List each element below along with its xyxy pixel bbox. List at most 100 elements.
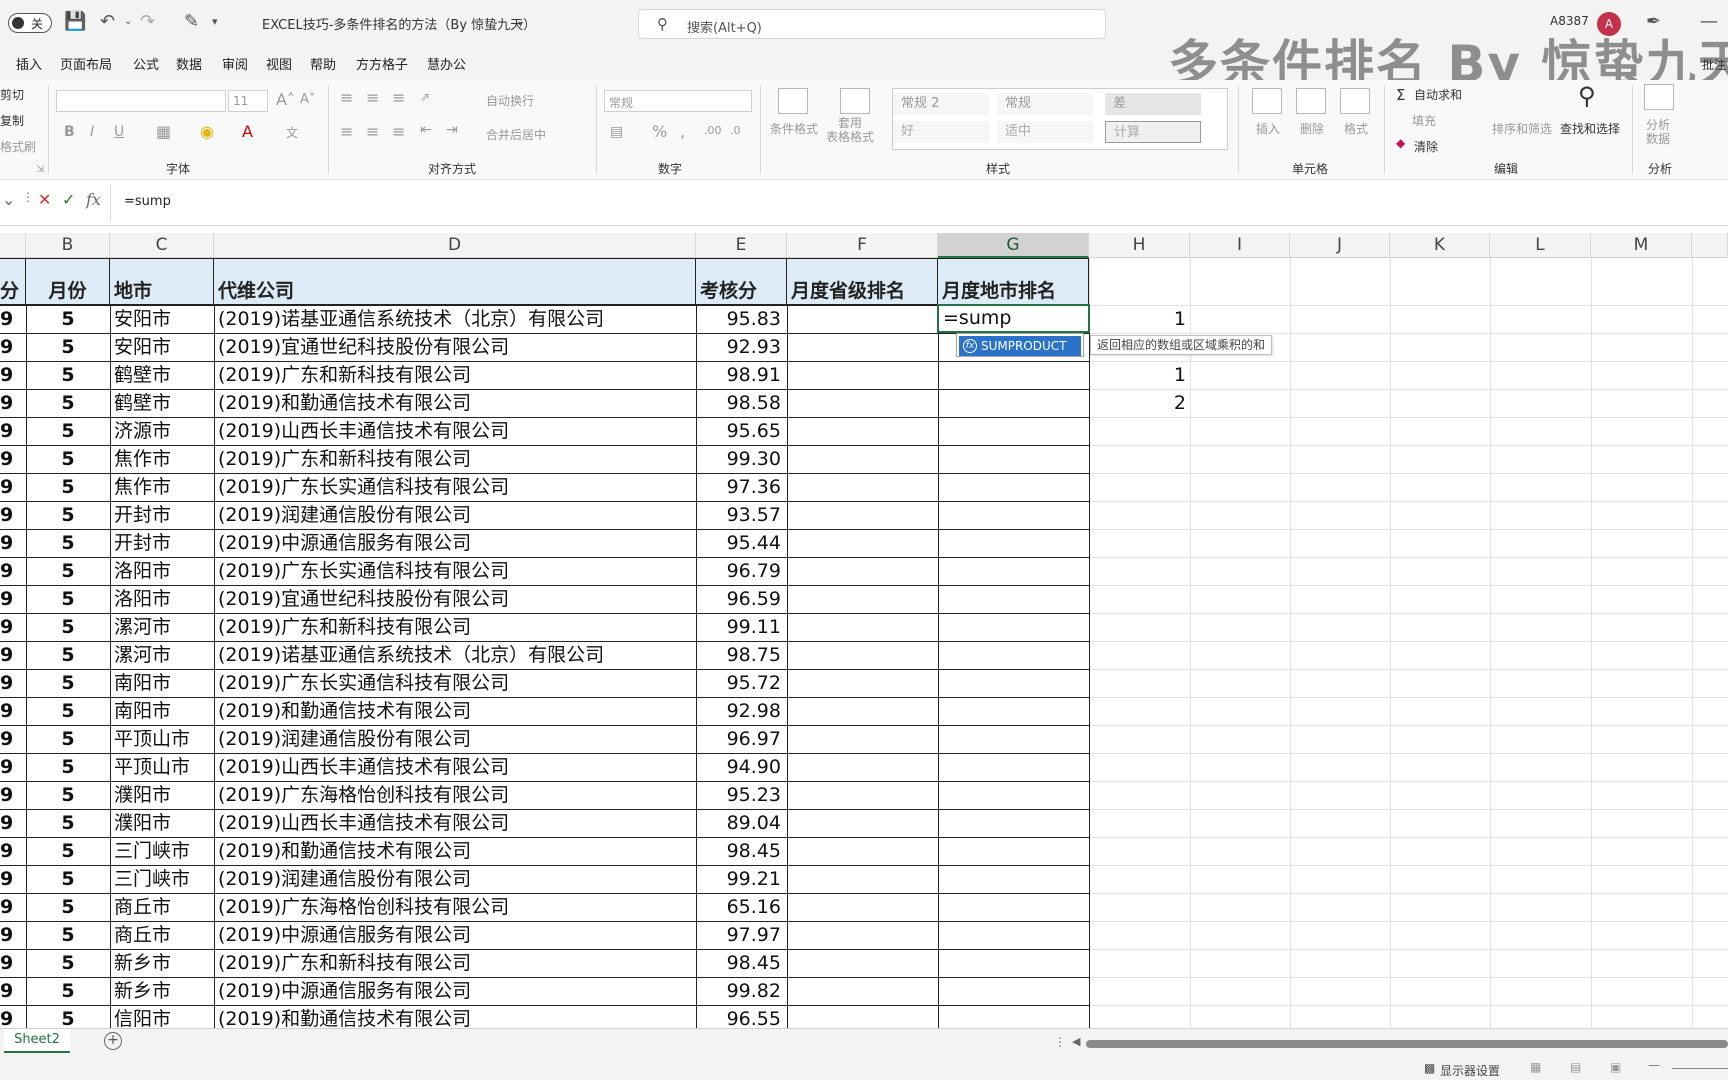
style-bad[interactable]: 差: [1105, 93, 1201, 115]
cell-company[interactable]: (2019)宜通世纪科技股份有限公司: [214, 585, 696, 613]
column-header-d[interactable]: D: [214, 233, 696, 258]
cell-h[interactable]: [1089, 1005, 1190, 1028]
cell-company[interactable]: (2019)润建通信股份有限公司: [214, 725, 696, 753]
cell-month[interactable]: 5: [26, 921, 110, 949]
cell-month[interactable]: 5: [26, 865, 110, 893]
cell-year[interactable]: 9: [0, 585, 24, 613]
align-right-icon[interactable]: ≡: [392, 122, 405, 141]
comma-icon[interactable]: ,: [680, 122, 685, 141]
cell-score[interactable]: 98.75: [696, 641, 787, 669]
cell-month[interactable]: 5: [26, 417, 110, 445]
grow-font-icon[interactable]: A˄: [276, 90, 295, 109]
header-cell-month[interactable]: 月份: [26, 258, 110, 305]
analyze-data-button[interactable]: 分析 数据: [1646, 118, 1670, 146]
cell-score[interactable]: 97.36: [696, 473, 787, 501]
cell-company[interactable]: (2019)广东和新科技有限公司: [214, 361, 696, 389]
cell-company[interactable]: (2019)和勤通信技术有限公司: [214, 389, 696, 417]
orientation-icon[interactable]: ⇗: [420, 90, 430, 104]
active-cell[interactable]: =sump: [937, 304, 1090, 333]
align-center-icon[interactable]: ≡: [366, 122, 379, 141]
column-header-f[interactable]: F: [787, 233, 938, 258]
style-good[interactable]: 好: [893, 121, 989, 143]
cell-score[interactable]: 99.21: [696, 865, 787, 893]
cell-month[interactable]: 5: [26, 305, 110, 333]
cell-month[interactable]: 5: [26, 557, 110, 585]
font-name-select[interactable]: [56, 90, 226, 112]
copy-button[interactable]: 复制: [0, 112, 24, 129]
cell-year[interactable]: 9: [0, 445, 24, 473]
normal-view-icon[interactable]: ▦: [1530, 1060, 1541, 1074]
find-select-button[interactable]: 查找和选择: [1560, 120, 1620, 137]
align-bottom-icon[interactable]: ≡: [392, 88, 405, 107]
more-icon[interactable]: ⋮: [22, 190, 34, 204]
comments-button[interactable]: 批注: [1702, 56, 1726, 73]
phonetic-icon[interactable]: 文: [286, 124, 298, 141]
cell-city[interactable]: 漯河市: [110, 613, 214, 641]
cell-company[interactable]: (2019)中源通信服务有限公司: [214, 921, 696, 949]
cell-score[interactable]: 96.79: [696, 557, 787, 585]
cell-year[interactable]: 9: [0, 1005, 24, 1028]
cell-h[interactable]: [1089, 949, 1190, 977]
align-middle-icon[interactable]: ≡: [366, 88, 379, 107]
formula-input[interactable]: =sump: [124, 194, 171, 209]
cell-h[interactable]: [1089, 809, 1190, 837]
menu-help[interactable]: 帮助: [310, 54, 336, 73]
bold-icon[interactable]: B: [64, 124, 75, 140]
cell-city[interactable]: 洛阳市: [110, 557, 214, 585]
font-color-icon[interactable]: A: [242, 122, 253, 141]
cell-company[interactable]: (2019)诺基亚通信系统技术（北京）有限公司: [214, 305, 696, 333]
conditional-format-button[interactable]: 条件格式: [770, 120, 818, 137]
cut-button[interactable]: 剪切: [0, 86, 24, 103]
cell-company[interactable]: (2019)和勤通信技术有限公司: [214, 697, 696, 725]
clipboard-launcher-icon[interactable]: ⇲: [36, 164, 44, 175]
cell-year[interactable]: 9: [0, 697, 24, 725]
format-cells-button[interactable]: 格式: [1344, 120, 1368, 137]
cell-year[interactable]: 9: [0, 473, 24, 501]
cell-h[interactable]: [1089, 921, 1190, 949]
cell-month[interactable]: 5: [26, 697, 110, 725]
scroll-left-icon[interactable]: ◀: [1072, 1035, 1080, 1048]
autocomplete-item-sumproduct[interactable]: fx SUMPRODUCT: [959, 336, 1081, 356]
cell-year[interactable]: 9: [0, 361, 24, 389]
cell-company[interactable]: (2019)山西长丰通信技术有限公司: [214, 417, 696, 445]
decrease-indent-icon[interactable]: ⇤: [420, 122, 432, 138]
cell-city[interactable]: 三门峡市: [110, 865, 214, 893]
menu-review[interactable]: 审阅: [222, 54, 248, 73]
cell-year[interactable]: 9: [0, 305, 24, 333]
header-cell-score[interactable]: 考核分: [696, 258, 787, 305]
cell-h[interactable]: 2: [1089, 389, 1190, 417]
cell-city[interactable]: 南阳市: [110, 669, 214, 697]
sort-filter-button[interactable]: 排序和筛选: [1492, 120, 1552, 137]
cell-h[interactable]: [1089, 557, 1190, 585]
cell-year[interactable]: 9: [0, 837, 24, 865]
cell-score[interactable]: 95.44: [696, 529, 787, 557]
cell-month[interactable]: 5: [26, 389, 110, 417]
cell-score[interactable]: 95.65: [696, 417, 787, 445]
cell-year[interactable]: 9: [0, 613, 24, 641]
zoom-slider[interactable]: [1672, 1068, 1728, 1069]
cell-company[interactable]: (2019)中源通信服务有限公司: [214, 977, 696, 1005]
cell-year[interactable]: 9: [0, 865, 24, 893]
cell-h[interactable]: [1089, 473, 1190, 501]
column-header-b[interactable]: B: [26, 233, 110, 258]
cell-company[interactable]: (2019)广东和新科技有限公司: [214, 445, 696, 473]
column-header-n[interactable]: [1692, 233, 1728, 258]
cell-month[interactable]: 5: [26, 1005, 110, 1028]
menu-huibangong[interactable]: 慧办公: [427, 54, 466, 73]
cell-city[interactable]: 信阳市: [110, 1005, 214, 1028]
cell-year[interactable]: 9: [0, 641, 24, 669]
cell-h[interactable]: [1089, 865, 1190, 893]
cell-year[interactable]: 9: [0, 417, 24, 445]
cell-company[interactable]: (2019)广东海格怡创科技有限公司: [214, 893, 696, 921]
cancel-icon[interactable]: ✕: [38, 190, 51, 209]
column-header-c[interactable]: C: [110, 233, 214, 258]
cell-score[interactable]: 99.11: [696, 613, 787, 641]
cell-h[interactable]: [1089, 445, 1190, 473]
active-cell-input[interactable]: =sump: [943, 307, 1011, 329]
menu-data[interactable]: 数据: [176, 54, 202, 73]
cell-city[interactable]: 开封市: [110, 501, 214, 529]
cell-month[interactable]: 5: [26, 725, 110, 753]
cell-month[interactable]: 5: [26, 753, 110, 781]
cell-company[interactable]: (2019)中源通信服务有限公司: [214, 529, 696, 557]
cell-month[interactable]: 5: [26, 641, 110, 669]
